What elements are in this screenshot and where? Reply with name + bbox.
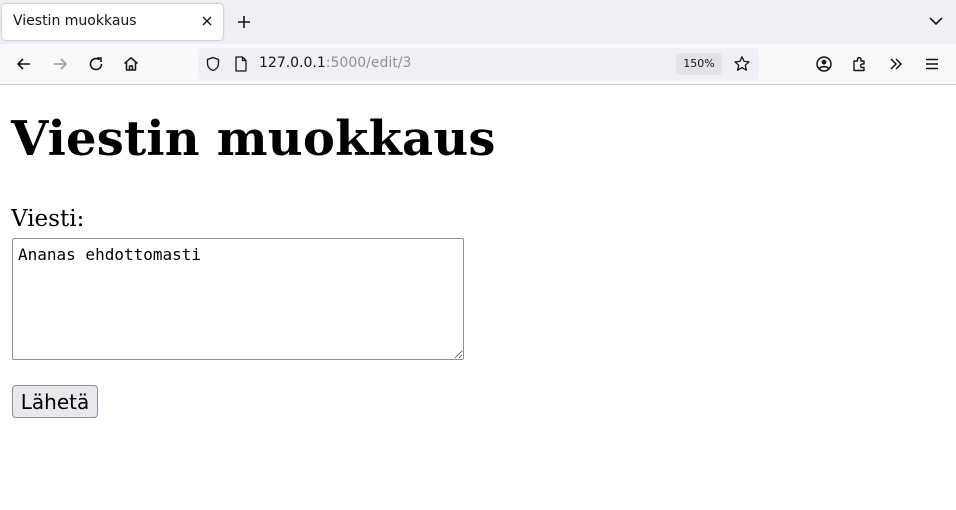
submit-button[interactable]: Lähetä — [12, 385, 98, 418]
tab-title: Viestin muokkaus — [13, 13, 137, 29]
star-icon[interactable] — [733, 55, 751, 73]
message-textarea[interactable]: Ananas ehdottomasti — [12, 238, 464, 360]
browser-tab[interactable]: Viestin muokkaus — [2, 4, 223, 40]
url-host: 127.0.0.1 — [259, 55, 326, 71]
account-icon[interactable] — [815, 55, 833, 73]
overflow-icon[interactable] — [887, 55, 905, 73]
page-content: Viestin muokkaus Viesti: Ananas ehdottom… — [0, 85, 956, 510]
url-path: :5000/edit/3 — [325, 55, 412, 71]
menu-icon[interactable] — [923, 55, 941, 73]
url-text[interactable]: 127.0.0.1:5000/edit/3 — [259, 55, 411, 71]
page-icon — [235, 56, 247, 72]
close-icon[interactable] — [199, 13, 215, 29]
url-bar[interactable]: 127.0.0.1:5000/edit/3 150% — [198, 48, 759, 80]
navigation-toolbar: 127.0.0.1:5000/edit/3 150% — [0, 44, 956, 85]
extensions-icon[interactable] — [851, 55, 869, 73]
reload-icon[interactable] — [87, 55, 105, 73]
home-icon[interactable] — [122, 55, 140, 73]
arrow-right-icon[interactable] — [51, 55, 69, 73]
chevron-down-icon[interactable] — [928, 13, 944, 29]
arrow-left-icon[interactable] — [15, 55, 33, 73]
message-label: Viesti: — [11, 206, 85, 232]
tab-strip: Viestin muokkaus — [0, 0, 956, 44]
shield-icon[interactable] — [205, 56, 221, 72]
page-title: Viestin muokkaus — [11, 111, 496, 167]
zoom-indicator[interactable]: 150% — [676, 53, 722, 75]
plus-icon[interactable] — [235, 13, 253, 31]
